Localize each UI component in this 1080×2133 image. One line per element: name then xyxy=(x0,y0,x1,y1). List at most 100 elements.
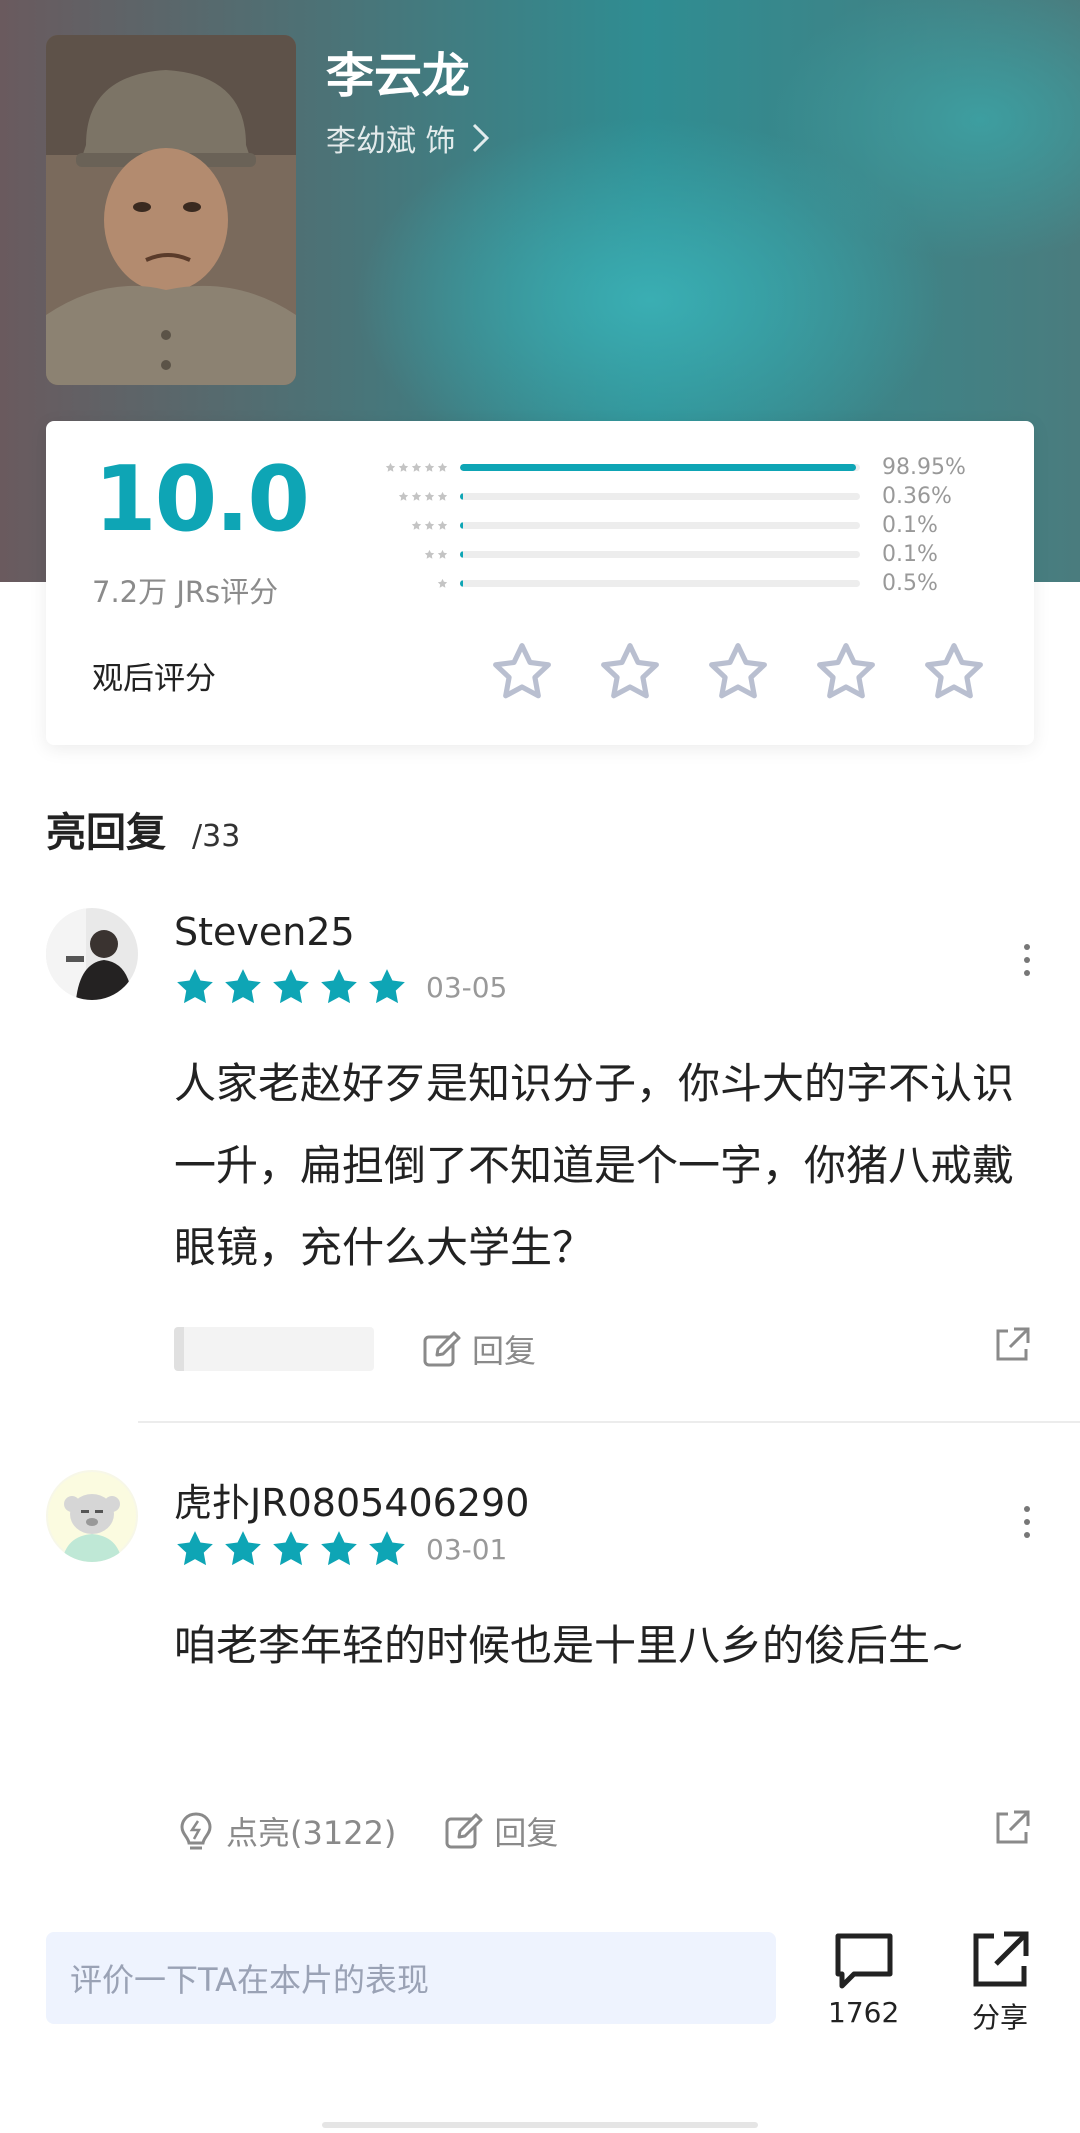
rating-distribution: 98.95% 0.36% 0.1% 0.1% 0.5% xyxy=(352,453,992,598)
comment-date: 03-01 xyxy=(426,1532,508,1566)
after-watch-rating-label: 观后评分 xyxy=(92,661,216,697)
rating-card: 10.0 7.2万 JRs评分 98.95% 0.36% 0.1% 0.1% 0.5% … xyxy=(46,421,1034,745)
star-icon xyxy=(424,462,435,472)
comments-button[interactable]: 1762 xyxy=(828,1928,899,2029)
rating-star-icon xyxy=(321,969,357,1004)
more-options-icon[interactable] xyxy=(1012,935,1042,985)
distribution-bar-track xyxy=(460,464,860,471)
rate-star-5-icon[interactable] xyxy=(923,641,985,703)
reply-label: 回复 xyxy=(472,1332,537,1370)
rating-star-icon xyxy=(369,1531,405,1566)
distribution-bar-track xyxy=(460,551,860,558)
username[interactable]: Steven25 xyxy=(174,910,355,954)
share-icon[interactable] xyxy=(992,1808,1032,1848)
star-icon xyxy=(424,549,435,559)
rating-star-icon xyxy=(177,969,213,1004)
rating-star-icon xyxy=(321,1531,357,1566)
rating-count: 7.2万 JRs评分 xyxy=(92,575,279,609)
character-poster xyxy=(46,35,296,385)
highlight-replies-header: 亮回复 /33 xyxy=(46,800,240,858)
star-icon xyxy=(411,491,422,501)
star-icon xyxy=(437,549,448,559)
star-icon xyxy=(411,462,422,472)
star-icon xyxy=(385,462,396,472)
like-button[interactable]: 点亮(3122) xyxy=(174,1808,396,1854)
star-icon xyxy=(437,462,448,472)
role-name: 李云龙 xyxy=(326,48,471,104)
distribution-percent: 0.36% xyxy=(882,484,952,509)
comment-bubble-icon xyxy=(835,1933,893,1989)
comment-text: 人家老赵好歹是知识分子，你斗大的字不认识一升，扁担倒了不知道是个一字，你猪八戒戴… xyxy=(174,1059,1015,1272)
like-button[interactable] xyxy=(174,1327,374,1371)
star-icon xyxy=(424,520,435,530)
star-icon xyxy=(398,462,409,472)
rate-star-3-icon[interactable] xyxy=(707,641,769,703)
distribution-percent: 0.5% xyxy=(882,571,938,596)
actor-name: 李幼斌 饰 xyxy=(326,124,456,159)
distribution-percent: 0.1% xyxy=(882,542,938,567)
distribution-star-label xyxy=(352,578,448,589)
star-icon xyxy=(437,578,448,588)
share-icon xyxy=(973,1931,1029,1987)
distribution-star-label xyxy=(352,520,448,531)
comment-rating: 03-01 xyxy=(174,1528,507,1570)
comment-date: 03-05 xyxy=(426,970,508,1004)
distribution-percent: 98.95% xyxy=(882,455,966,480)
distribution-percent: 0.1% xyxy=(882,513,938,538)
comment-divider xyxy=(138,1421,1080,1423)
section-count: /33 xyxy=(192,819,241,854)
reply-button[interactable]: 回复 xyxy=(442,1808,558,1854)
distribution-bar-track xyxy=(460,580,860,587)
distribution-star-label xyxy=(352,462,448,473)
star-icon xyxy=(411,520,422,530)
review-input-placeholder: 评价一下TA在本片的表现 xyxy=(70,1961,429,1999)
rating-star-icon xyxy=(225,969,261,1004)
distribution-bar-fill xyxy=(460,551,463,558)
average-score: 10.0 xyxy=(94,447,310,552)
rating-star-icon xyxy=(369,969,405,1004)
distribution-bar-track xyxy=(460,522,860,529)
edit-icon xyxy=(423,1331,461,1367)
review-input[interactable]: 评价一下TA在本片的表现 xyxy=(46,1932,776,2024)
rate-star-4-icon[interactable] xyxy=(815,641,877,703)
star-icon xyxy=(424,491,435,501)
rating-star-icon xyxy=(225,1531,261,1566)
avatar[interactable] xyxy=(46,908,138,1000)
star-icon xyxy=(437,520,448,530)
comment-actions: 回复 xyxy=(174,1326,536,1372)
share-button[interactable]: 分享 xyxy=(968,1928,1032,2036)
distribution-row-4-star: 0.36% xyxy=(352,482,992,511)
star-icon xyxy=(398,491,409,501)
distribution-star-label xyxy=(352,491,448,502)
user-rating-stars[interactable] xyxy=(491,641,985,703)
reply-button[interactable]: 回复 xyxy=(420,1326,536,1372)
distribution-bar-track xyxy=(460,493,860,500)
distribution-star-label xyxy=(352,549,448,560)
rate-star-2-icon[interactable] xyxy=(599,641,661,703)
share-icon[interactable] xyxy=(992,1325,1032,1365)
comment-actions: 点亮(3122) 回复 xyxy=(174,1808,558,1854)
chevron-right-icon xyxy=(472,123,489,153)
distribution-bar-fill xyxy=(460,464,856,471)
star-icon xyxy=(437,491,448,501)
more-options-icon[interactable] xyxy=(1012,1497,1042,1547)
avatar[interactable] xyxy=(46,1470,138,1562)
home-indicator xyxy=(322,2122,758,2128)
rating-star-icon xyxy=(273,1531,309,1566)
comment-text: 咱老李年轻的时候也是十里八乡的俊后生~ xyxy=(174,1621,966,1670)
distribution-row-5-star: 98.95% xyxy=(352,453,992,482)
distribution-row-3-star: 0.1% xyxy=(352,511,992,540)
share-label: 分享 xyxy=(971,2001,1028,2034)
distribution-row-2-star: 0.1% xyxy=(352,540,992,569)
rating-star-icon xyxy=(177,1531,213,1566)
distribution-bar-fill xyxy=(460,493,463,500)
distribution-bar-fill xyxy=(460,522,463,529)
rate-star-1-icon[interactable] xyxy=(491,641,553,703)
section-title: 亮回复 xyxy=(46,810,166,856)
username[interactable]: 虎扑JR0805406290 xyxy=(174,1472,529,1527)
like-label: 点亮(3122) xyxy=(226,1814,397,1852)
lightbulb-icon xyxy=(180,1812,212,1850)
comment-count: 1762 xyxy=(828,1996,900,2029)
rating-star-icon xyxy=(273,969,309,1004)
actor-link[interactable]: 李幼斌 饰 xyxy=(326,116,492,160)
